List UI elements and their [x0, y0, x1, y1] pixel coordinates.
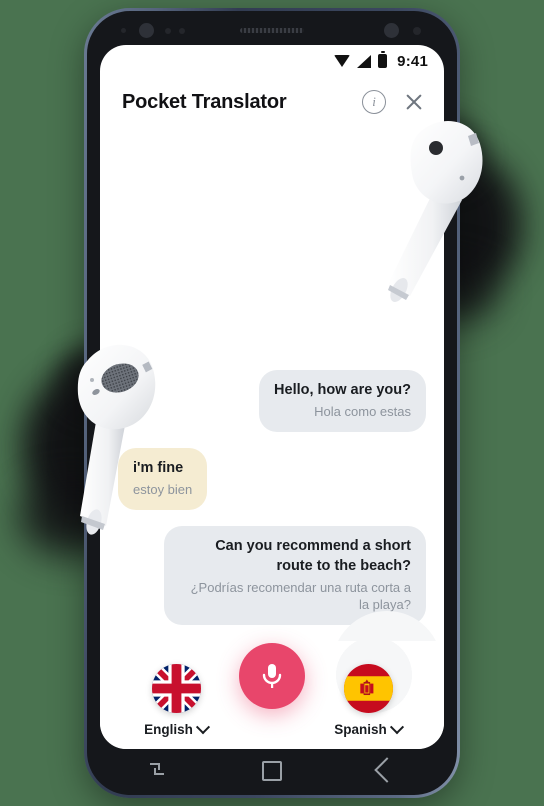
- wifi-icon: [334, 55, 351, 67]
- chat-message-list: Hello, how are you? Hola como estas i'm …: [100, 127, 444, 641]
- message-bubble-source[interactable]: Hello, how are you? Hola como estas: [259, 369, 426, 433]
- message-bubble-reply[interactable]: i'm fine estoy bien: [118, 448, 208, 511]
- iris-camera: [384, 23, 399, 38]
- chevron-down-icon: [389, 719, 404, 734]
- nav-home-button[interactable]: [252, 757, 292, 781]
- language-controls: English Spanish: [100, 641, 444, 749]
- battery-icon: [378, 54, 388, 68]
- source-language-name: English: [144, 722, 193, 737]
- chat-message: Can you recommend a short route to the b…: [118, 526, 426, 625]
- app-header: Pocket Translator i: [100, 77, 444, 127]
- chat-message: i'm fine estoy bien: [118, 448, 426, 511]
- target-language-label: Spanish: [334, 719, 404, 737]
- android-nav-bar: [100, 749, 444, 789]
- earpiece-speaker: [240, 28, 304, 33]
- message-primary-text: i'm fine: [133, 460, 184, 477]
- iris-sensor-b: [179, 28, 185, 34]
- chat-message: Hello, how are you? Hola como estas: [118, 369, 426, 433]
- message-translation-text: ¿Podrías recomendar una ruta corta a la …: [190, 579, 411, 612]
- target-language-selector[interactable]: Spanish: [322, 664, 414, 737]
- status-bar: 9:41: [100, 45, 444, 77]
- led-indicator: [413, 27, 421, 35]
- target-language-name: Spanish: [334, 722, 387, 737]
- front-camera: [139, 23, 154, 38]
- nav-recents-button[interactable]: [137, 757, 177, 781]
- info-circle-icon[interactable]: i: [362, 90, 386, 114]
- source-language-label: English: [144, 719, 210, 737]
- home-icon: [261, 761, 282, 781]
- spain-flag-icon: [343, 664, 393, 713]
- phone-frame: 9:41 Pocket Translator i Hello, how are …: [84, 8, 460, 798]
- microphone-icon: [262, 664, 282, 688]
- recents-icon: [150, 763, 165, 775]
- microphone-record-button[interactable]: [239, 643, 305, 709]
- back-arrow-icon: [373, 757, 400, 783]
- message-primary-text: Hello, how are you?: [274, 381, 411, 398]
- phone-screen: 9:41 Pocket Translator i Hello, how are …: [100, 45, 444, 749]
- union-jack-flag-icon: [151, 664, 201, 713]
- page-title: Pocket Translator: [122, 90, 287, 113]
- close-icon[interactable]: [402, 90, 426, 114]
- proximity-sensor: [121, 28, 126, 33]
- signal-icon: [357, 54, 372, 68]
- message-translation-text: Hola como estas: [314, 404, 411, 419]
- message-translation-text: estoy bien: [133, 482, 193, 498]
- status-time: 9:41: [397, 52, 428, 70]
- nav-back-button[interactable]: [367, 757, 407, 783]
- message-primary-text: Can you recommend a short route to the b…: [215, 538, 411, 574]
- source-language-selector[interactable]: English: [130, 664, 222, 737]
- iris-sensor-a: [165, 28, 171, 34]
- chevron-down-icon: [195, 719, 210, 734]
- phone-body: 9:41 Pocket Translator i Hello, how are …: [87, 11, 457, 795]
